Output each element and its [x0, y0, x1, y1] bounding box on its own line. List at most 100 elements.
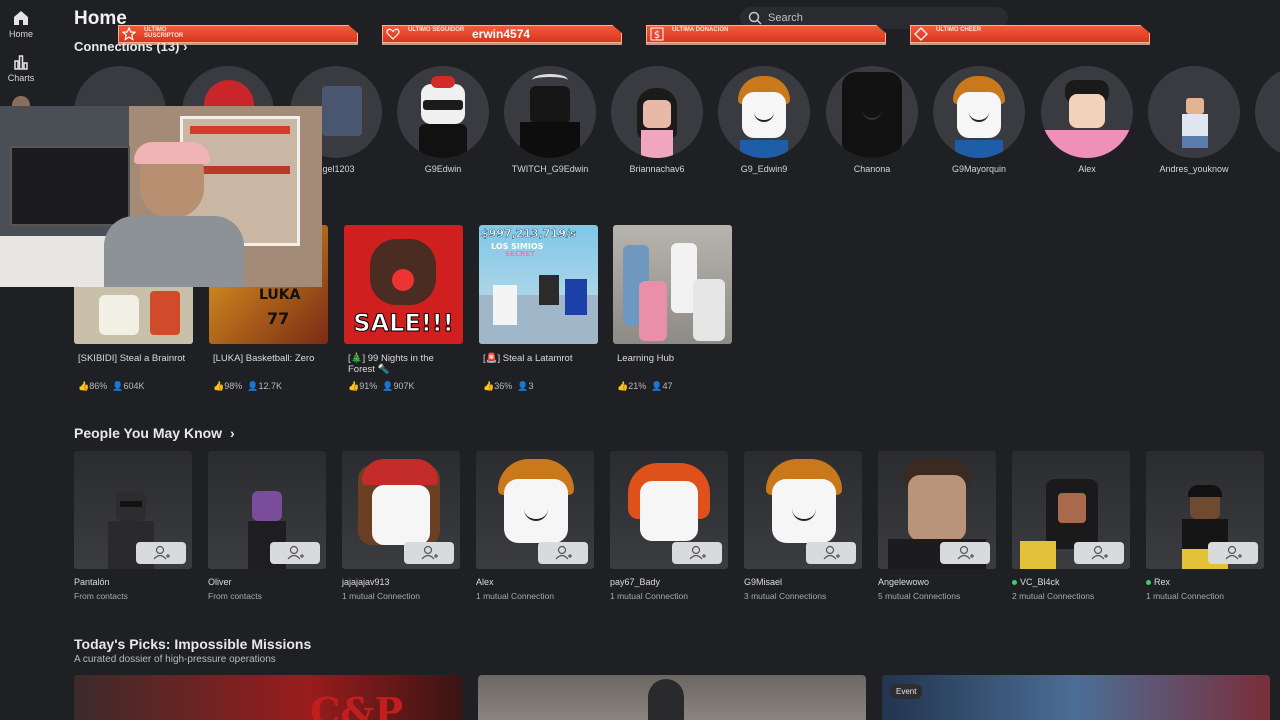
connection-item[interactable]: G9Mayorquin [933, 66, 1025, 174]
game-stats: 👍98% 👤12.7K [209, 381, 328, 392]
game-rating: 86% [89, 381, 108, 391]
banner-value: erwin4574 [472, 27, 531, 41]
add-connection-button[interactable] [806, 542, 856, 564]
person-card[interactable]: Pantalón From contacts [74, 451, 192, 601]
heart-icon [386, 28, 400, 40]
add-connection-button[interactable] [1074, 542, 1124, 564]
connection-avatar [504, 66, 596, 158]
connection-item[interactable]: Alex [1041, 66, 1133, 174]
banner-label: ULTIMO CHEER [936, 27, 982, 33]
person-name: pay67_Bady [610, 577, 661, 587]
game-title: [LUKA] Basketball: Zero [213, 353, 315, 364]
game-thumbnail [613, 225, 732, 344]
add-connection-button[interactable] [672, 542, 722, 564]
stream-banner-cheer: ULTIMO CHEER [910, 23, 1152, 45]
sidebar-item-home[interactable]: Home [0, 10, 42, 39]
person-card[interactable]: Alex 1 mutual Connection [476, 451, 594, 601]
game-rating: 98% [224, 381, 243, 391]
person-avatar [1146, 451, 1264, 569]
people-section-title[interactable]: People You May Know › [74, 425, 235, 441]
game-title: [🎄] 99 Nights in the Forest 🔦 [348, 353, 434, 375]
person-card[interactable]: VC_Bl4ck 2 mutual Connections [1012, 451, 1130, 601]
game-title: [SKIBIDI] Steal a Brainrot [78, 353, 186, 364]
person-avatar [342, 451, 460, 569]
game-stats: 👍91% 👤907K [344, 381, 463, 392]
connection-item[interactable]: Chanona [826, 66, 918, 174]
thumbs-up-icon: 👍 [78, 381, 90, 391]
person-card[interactable]: pay67_Bady 1 mutual Connection [610, 451, 728, 601]
picks-section-title: Today's Picks: Impossible Missions [74, 636, 312, 652]
connection-name: G9Edwin [424, 164, 462, 174]
person-subtitle: 5 mutual Connections [878, 591, 961, 601]
person-card[interactable]: Angelewowo 5 mutual Connections [878, 451, 996, 601]
connection-item[interactable]: Andres_youknow [1148, 66, 1240, 174]
pick-thumb-text: C&P [310, 689, 404, 720]
connection-name: Briannachav6 [629, 164, 685, 174]
diamond-icon [914, 27, 928, 41]
players-icon: 👤 [247, 381, 259, 391]
connection-item[interactable]: TWITCH_G9Edwin [504, 66, 596, 174]
connection-avatar [1255, 66, 1280, 158]
luka-jersey-number: 77 [267, 309, 290, 328]
connection-item[interactable] [1255, 66, 1280, 158]
pick-card[interactable] [478, 675, 866, 720]
chevron-right-icon: › [229, 425, 235, 441]
sidebar-item-charts[interactable]: Charts [0, 54, 42, 83]
game-players: 907K [393, 381, 415, 391]
connection-name: Alex [1078, 164, 1096, 174]
person-name: Alex [476, 577, 494, 587]
person-card[interactable]: Oliver From contacts [208, 451, 326, 601]
person-subtitle: 1 mutual Connection [1146, 591, 1224, 601]
connection-item[interactable]: G9_Edwin9 [718, 66, 810, 174]
connection-item[interactable]: G9Edwin [397, 66, 489, 174]
add-user-icon [1225, 545, 1242, 560]
person-subtitle: From contacts [74, 591, 128, 601]
game-card[interactable]: $997,213,719/s LOS SIMIOS SECRET [🚨] Ste… [479, 225, 598, 392]
players-icon: 👤 [517, 381, 529, 391]
person-avatar [744, 451, 862, 569]
person-name: G9Misael [744, 577, 783, 587]
game-thumbnail: SALE!!! [344, 225, 463, 344]
person-subtitle: 1 mutual Connection [476, 591, 554, 601]
person-card[interactable]: G9Misael 3 mutual Connections [744, 451, 862, 601]
person-subtitle: 1 mutual Connection [610, 591, 688, 601]
dollar-icon: $ [650, 27, 664, 41]
connection-item[interactable]: Briannachav6 [611, 66, 703, 174]
connection-name: Andres_youknow [1159, 164, 1229, 174]
person-subtitle: From contacts [208, 591, 262, 601]
pick-card[interactable]: C&P [74, 675, 462, 720]
person-subtitle: 2 mutual Connections [1012, 591, 1095, 601]
add-connection-button[interactable] [1208, 542, 1258, 564]
sidebar-item-label: Charts [7, 73, 35, 83]
add-user-icon [689, 545, 706, 560]
star-icon [122, 27, 136, 41]
banner-label: ULTIMA DONACION [672, 27, 729, 33]
person-avatar [208, 451, 326, 569]
person-name: Rex [1146, 577, 1264, 587]
person-name-text: VC_Bl4ck [1020, 577, 1060, 587]
connection-name: G9_Edwin9 [740, 164, 788, 174]
add-connection-button[interactable] [538, 542, 588, 564]
add-connection-button[interactable] [940, 542, 990, 564]
svg-text:$: $ [654, 30, 660, 41]
thumbs-up-icon: 👍 [348, 381, 360, 391]
person-name: Angelewowo [878, 577, 930, 587]
game-card[interactable]: SALE!!! [🎄] 99 Nights in the Forest 🔦 👍9… [344, 225, 463, 392]
person-card[interactable]: Rex 1 mutual Connection [1146, 451, 1264, 601]
game-title: [🚨] Steal a Latamrot [483, 353, 573, 364]
charts-icon [14, 55, 28, 70]
game-card[interactable]: Learning Hub 👍21% 👤47 [613, 225, 732, 392]
person-avatar [878, 451, 996, 569]
game-stats: 👍86% 👤604K [74, 381, 193, 392]
add-connection-button[interactable] [270, 542, 320, 564]
person-name: Pantalón [74, 577, 110, 587]
luka-jersey-text: LUKA [259, 287, 301, 303]
person-card[interactable]: jajajajav913 1 mutual Connection [342, 451, 460, 601]
add-connection-button[interactable] [404, 542, 454, 564]
person-name-text: Rex [1154, 577, 1171, 587]
pick-card[interactable] [882, 675, 1270, 720]
add-connection-button[interactable] [136, 542, 186, 564]
person-name: jajajajav913 [342, 577, 390, 587]
players-icon: 👤 [382, 381, 394, 391]
stream-banner-donation: $ ULTIMA DONACION [646, 23, 888, 45]
